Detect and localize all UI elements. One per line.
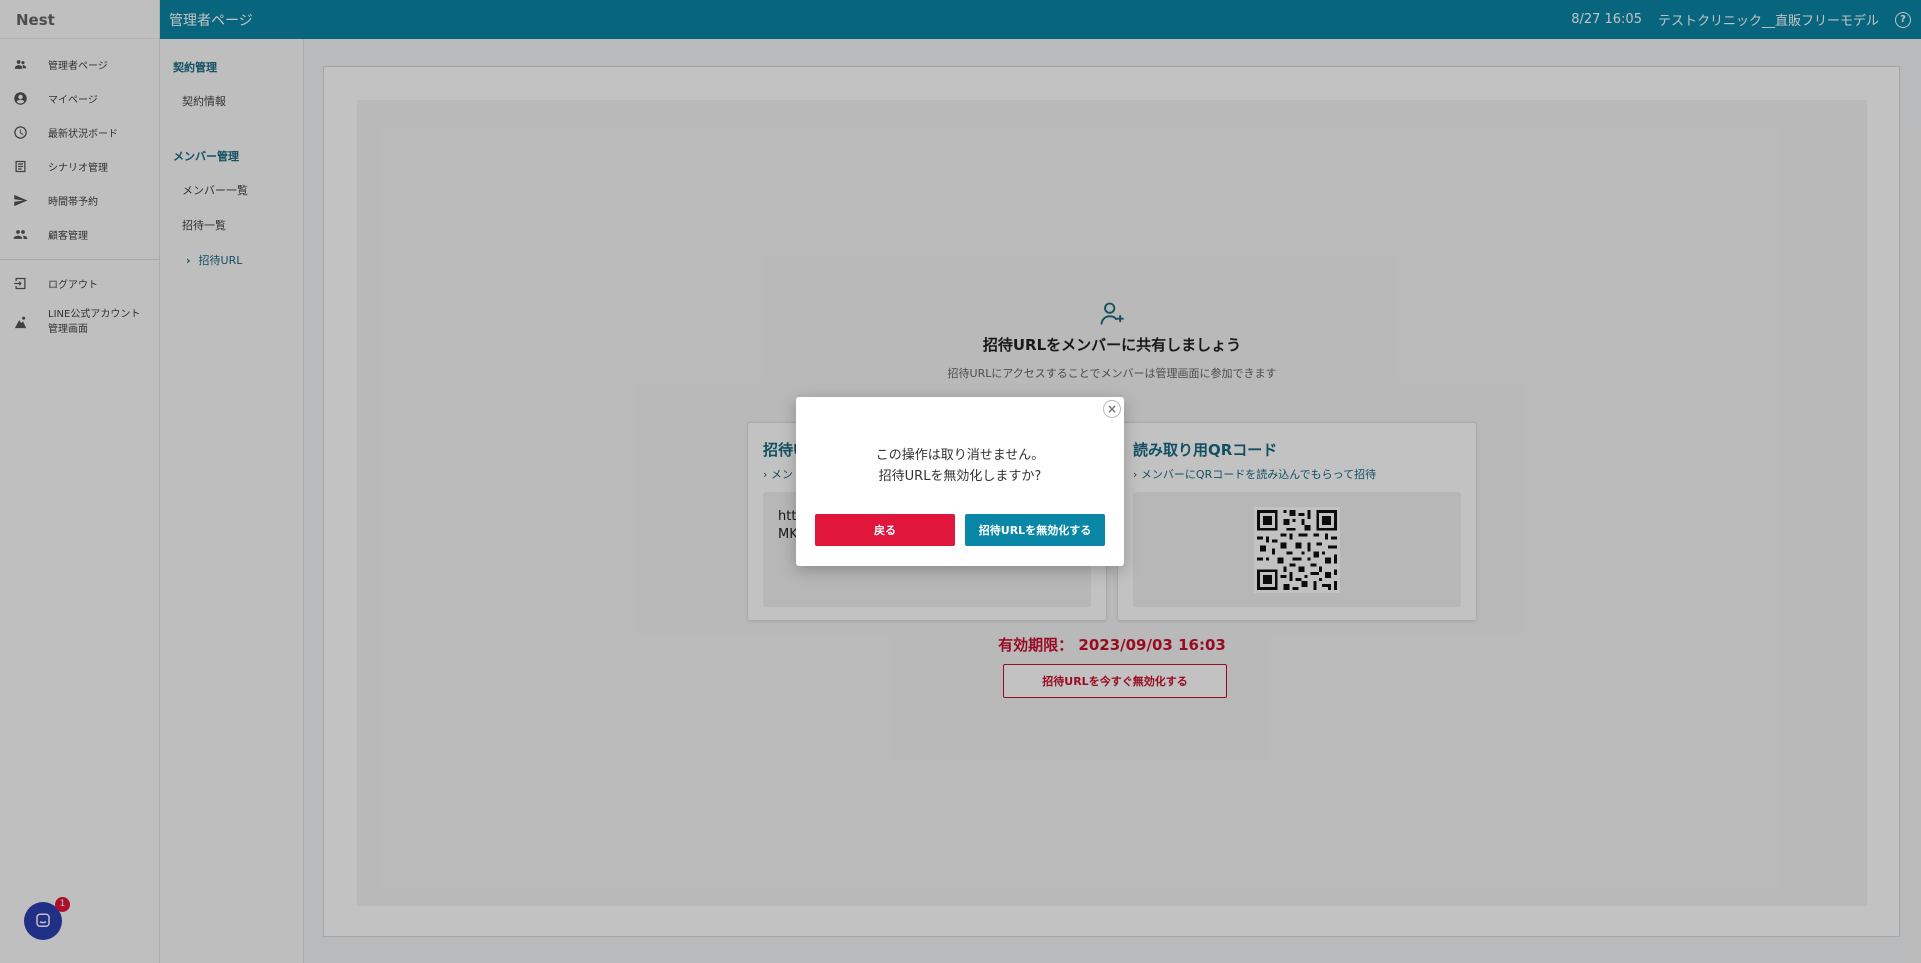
modal-overlay[interactable]: × この操作は取り消せません。 招待URLを無効化しますか? 戻る 招待URLを… [0,0,1921,963]
back-button[interactable]: 戻る [815,514,955,546]
dialog-message: この操作は取り消せません。 招待URLを無効化しますか? [796,445,1124,487]
confirm-dialog: × この操作は取り消せません。 招待URLを無効化しますか? 戻る 招待URLを… [796,397,1124,566]
dialog-actions: 戻る 招待URLを無効化する [815,514,1105,546]
dialog-message-line: 招待URLを無効化しますか? [878,469,1042,484]
revoke-url-button[interactable]: 招待URLを無効化する [965,514,1105,546]
close-icon[interactable]: × [1103,400,1121,418]
dialog-message-line: この操作は取り消せません。 [875,448,1045,463]
